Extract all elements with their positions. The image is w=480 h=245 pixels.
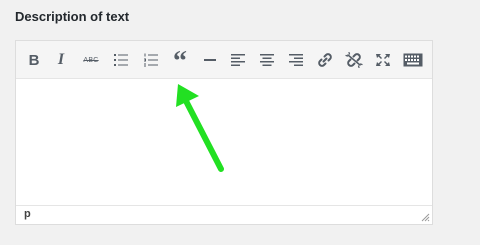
strikethrough-icon: ABC	[83, 56, 99, 64]
fullscreen-button[interactable]	[370, 49, 396, 71]
bulleted-list-icon	[114, 54, 128, 66]
align-center-button[interactable]	[254, 49, 280, 71]
bulleted-list-button[interactable]	[108, 49, 134, 71]
resize-handle-icon[interactable]	[420, 212, 430, 222]
italic-button[interactable]: I	[48, 49, 74, 71]
editor-toolbar: B I ABC “	[16, 41, 432, 79]
link-icon	[318, 53, 332, 67]
fullscreen-icon	[376, 54, 390, 66]
keyboard-icon	[403, 53, 423, 67]
numbered-list-button[interactable]	[138, 49, 164, 71]
insert-link-button[interactable]	[312, 49, 338, 71]
editor-content-area[interactable]	[16, 79, 432, 207]
unlink-icon	[345, 52, 363, 68]
element-path[interactable]: p	[24, 208, 31, 220]
bold-icon: B	[28, 51, 40, 69]
field-label: Description of text	[15, 9, 130, 24]
horizontal-line-icon	[204, 59, 216, 61]
numbered-list-icon	[144, 53, 158, 67]
align-right-button[interactable]	[283, 49, 309, 71]
toolbar-toggle-button[interactable]	[400, 49, 426, 71]
align-left-button[interactable]	[225, 49, 251, 71]
align-left-icon	[231, 54, 245, 66]
horizontal-line-button[interactable]	[197, 49, 223, 71]
rich-text-editor: B I ABC “ p	[15, 40, 433, 225]
strikethrough-button[interactable]: ABC	[78, 49, 104, 71]
blockquote-icon: “	[173, 46, 187, 77]
bold-button[interactable]: B	[21, 49, 47, 71]
remove-link-button[interactable]	[341, 49, 367, 71]
align-center-icon	[260, 54, 274, 66]
align-right-icon	[289, 54, 303, 66]
italic-icon: I	[57, 51, 65, 68]
blockquote-button[interactable]: “	[167, 46, 193, 77]
editor-statusbar: p	[16, 205, 432, 224]
